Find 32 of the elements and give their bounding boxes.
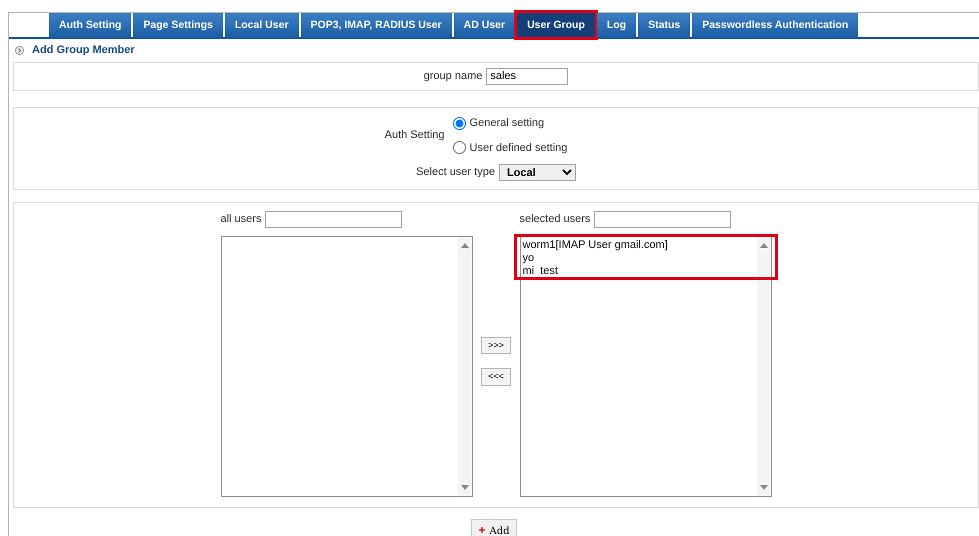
- radio-button[interactable]: [452, 116, 466, 130]
- expand-icon[interactable]: [15, 46, 24, 55]
- tab[interactable]: Local User: [224, 13, 299, 37]
- move-button[interactable]: >>>: [481, 336, 511, 354]
- list-item[interactable]: mi test: [522, 264, 752, 278]
- tab[interactable]: Log: [596, 13, 636, 37]
- tab[interactable]: AD User: [454, 13, 516, 37]
- group-name-field[interactable]: sales: [486, 68, 568, 84]
- search-field[interactable]: [265, 210, 402, 228]
- list-item[interactable]: worm1[IMAP User gmail.com]: [522, 238, 752, 252]
- option-label: General setting: [470, 116, 544, 131]
- field-label: group name: [424, 68, 482, 84]
- list-item[interactable]: yo: [522, 252, 752, 264]
- radio-button[interactable]: [452, 141, 466, 154]
- plus-icon: +: [478, 522, 486, 536]
- option-label: User defined setting: [470, 140, 568, 156]
- field-label: Select user type: [416, 165, 495, 180]
- move-button[interactable]: <<<: [481, 368, 511, 386]
- field-label: Auth Setting: [384, 128, 445, 144]
- tab[interactable]: Auth Setting: [49, 13, 132, 37]
- user-list[interactable]: worm1[IMAP User gmail.com] yo mi test: [520, 236, 772, 496]
- tab[interactable]: Status: [638, 13, 690, 37]
- section-title: Add Group Member: [32, 43, 135, 58]
- tab[interactable]: Page Settings: [133, 13, 223, 37]
- tab[interactable]: User Group: [517, 13, 595, 37]
- search-field[interactable]: [594, 210, 732, 228]
- add-button[interactable]: + Add: [471, 518, 517, 536]
- tab[interactable]: Passwordless Authentication: [692, 13, 858, 37]
- user-type-dropdown[interactable]: Local: [498, 164, 576, 181]
- field-label: all users: [220, 212, 262, 227]
- tab[interactable]: POP3, IMAP, RADIUS User: [300, 13, 452, 37]
- field-label: selected users: [520, 212, 590, 227]
